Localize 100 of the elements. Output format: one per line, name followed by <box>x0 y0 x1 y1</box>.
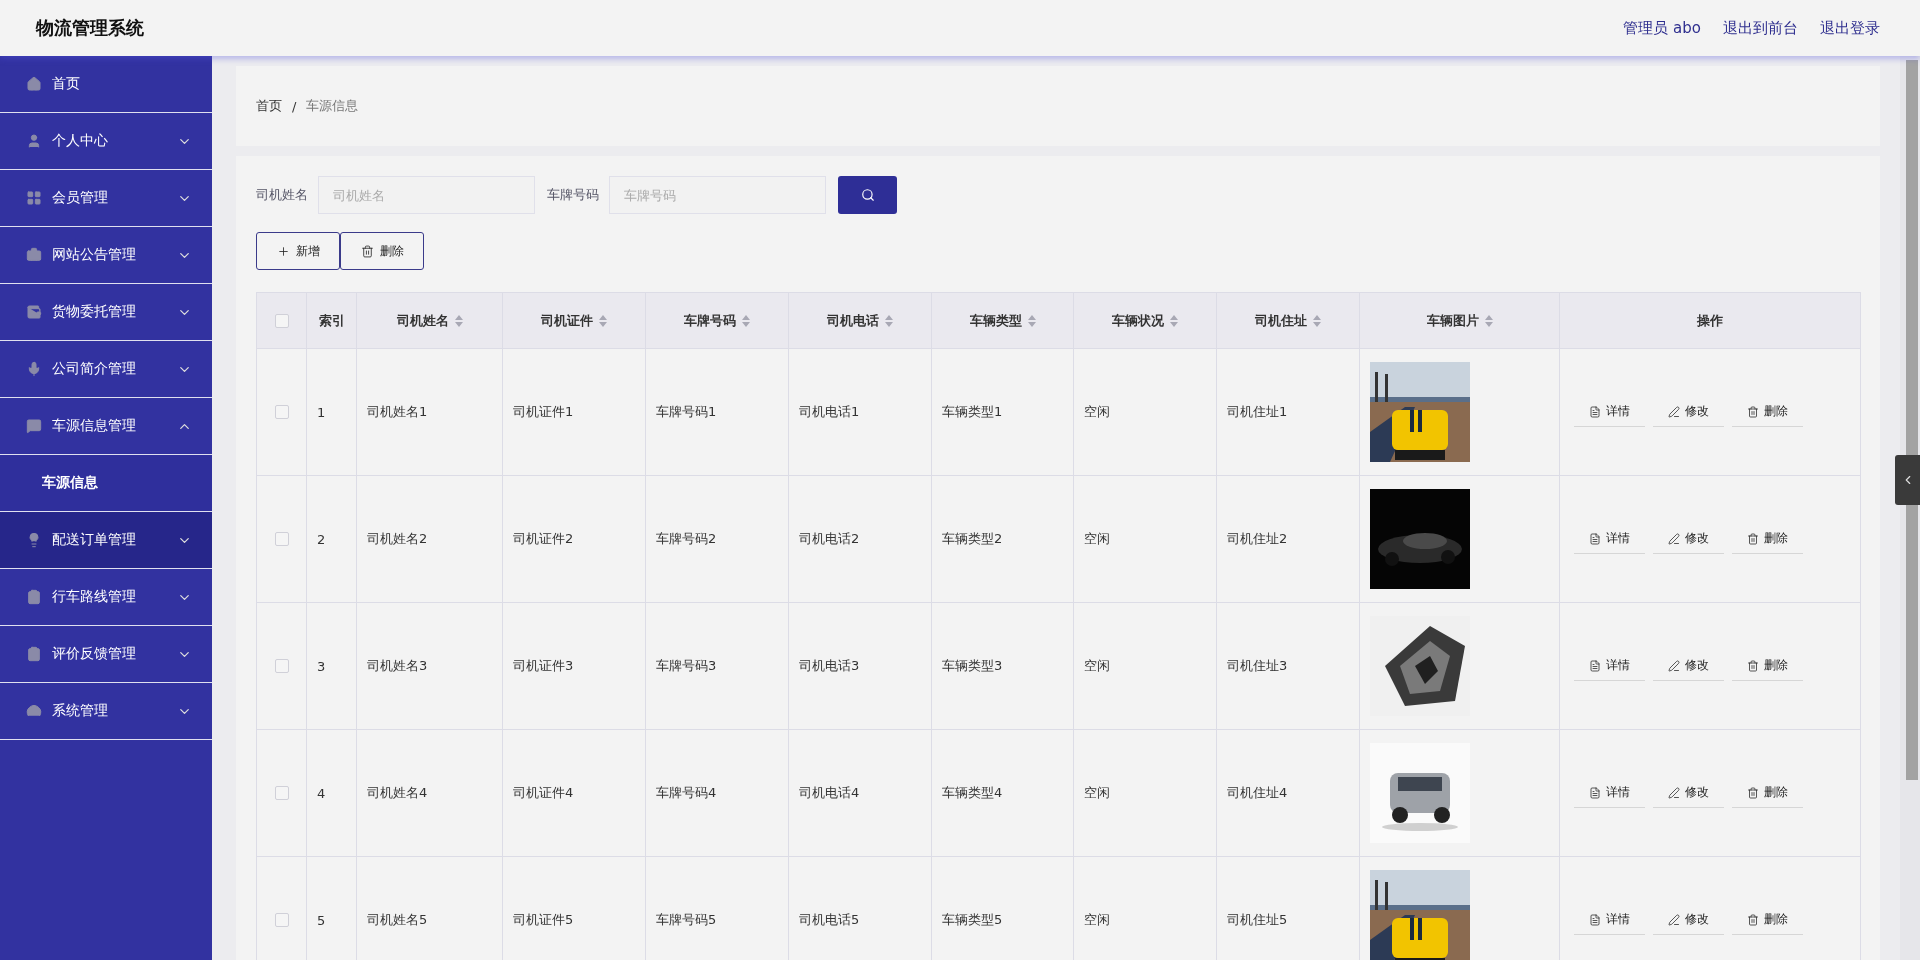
table-cell: 司机姓名2 <box>367 531 428 546</box>
trash-icon <box>1747 913 1759 926</box>
trash-icon <box>1747 405 1759 418</box>
checkbox[interactable] <box>274 405 289 419</box>
column-header[interactable]: 司机姓名 <box>396 311 463 330</box>
delete-button[interactable]: 删除 <box>1732 905 1803 935</box>
scrollbar-thumb[interactable] <box>1906 60 1918 780</box>
column-header[interactable]: 司机住址 <box>1255 311 1321 330</box>
table-cell: 司机姓名5 <box>367 912 428 927</box>
table-cell: 2 <box>317 531 326 547</box>
table-cell: 车牌号码5 <box>656 912 717 927</box>
search-icon <box>860 188 875 202</box>
sort-icon[interactable] <box>1027 314 1036 327</box>
table-cell: 车辆类型5 <box>942 912 1003 927</box>
table-cell: 5 <box>317 912 326 928</box>
search-field[interactable]: 司机姓名 <box>318 176 535 214</box>
edit-button[interactable]: 修改 <box>1653 905 1724 935</box>
detail-button[interactable]: 详情 <box>1574 524 1645 554</box>
checkbox[interactable] <box>274 313 289 328</box>
edit-button[interactable]: 修改 <box>1653 778 1724 808</box>
table-cell: 司机住址4 <box>1227 785 1288 800</box>
table-cell: 车牌号码4 <box>656 785 717 800</box>
table-cell: 车辆类型4 <box>942 785 1003 800</box>
breadcrumb-item[interactable]: 首页 <box>256 97 282 115</box>
scrollbar[interactable] <box>1900 56 1920 960</box>
table-cell: 司机证件2 <box>513 531 574 546</box>
table-cell: 司机姓名3 <box>367 658 428 673</box>
table-cell: 司机证件4 <box>513 785 574 800</box>
table-cell: 司机证件3 <box>513 658 574 673</box>
detail-button[interactable]: 详情 <box>1574 397 1645 427</box>
wallet-icon <box>26 304 42 320</box>
add-button[interactable]: 新增 <box>256 232 340 270</box>
briefcase-icon <box>26 247 42 263</box>
sidebar-label: 车源信息管理 <box>52 417 137 435</box>
sidebar-label: 配送订单管理 <box>52 531 137 549</box>
sort-icon[interactable] <box>599 314 607 327</box>
delete-button[interactable]: 删除 <box>1732 397 1803 427</box>
sort-icon[interactable] <box>1170 314 1178 327</box>
pencil-icon <box>1668 786 1680 799</box>
breadcrumb-separator: / <box>292 98 297 114</box>
delete-button[interactable]: 删除 <box>1732 524 1803 554</box>
plus-icon <box>276 244 290 258</box>
detail-button[interactable]: 详情 <box>1574 651 1645 681</box>
sort-icon[interactable] <box>454 314 463 327</box>
table-cell: 司机电话1 <box>799 404 860 419</box>
chat-icon <box>26 418 42 434</box>
sidebar-label: 货物委托管理 <box>52 303 137 321</box>
delete-button[interactable]: 删除 <box>340 232 424 270</box>
column-header[interactable]: 车牌号码 <box>684 311 750 330</box>
sidebar-label: 行车路线管理 <box>52 588 137 606</box>
checkbox[interactable] <box>274 913 289 927</box>
detail-button[interactable]: 详情 <box>1574 905 1645 935</box>
search-button[interactable] <box>838 176 897 214</box>
collapse-handle[interactable] <box>1895 455 1920 505</box>
document-icon <box>1589 405 1601 418</box>
table-cell: 司机住址2 <box>1227 531 1288 546</box>
field-label: 车牌号码 <box>547 186 599 204</box>
checkbox[interactable] <box>274 786 289 800</box>
sidebar-subitem[interactable]: 车源信息 <box>0 455 212 512</box>
checkbox[interactable] <box>274 659 289 673</box>
sort-icon[interactable] <box>885 314 893 327</box>
edit-button[interactable]: 修改 <box>1653 397 1724 427</box>
edit-button[interactable]: 修改 <box>1653 651 1724 681</box>
table-cell: 车辆类型1 <box>942 404 1003 419</box>
sort-icon[interactable] <box>1484 314 1493 327</box>
header-link[interactable]: 退出到前台 <box>1723 18 1798 38</box>
header-link[interactable]: 管理员 abo <box>1623 18 1701 38</box>
table-cell: 司机电话4 <box>799 785 860 800</box>
trash-icon <box>360 244 374 258</box>
sort-icon[interactable] <box>742 314 750 327</box>
table-cell: 司机住址3 <box>1227 658 1288 673</box>
search-field[interactable]: 车牌号码 <box>609 176 826 214</box>
table-cell: 司机证件1 <box>513 404 574 419</box>
trash-icon <box>1747 786 1759 799</box>
sidebar-label: 网站公告管理 <box>52 246 137 264</box>
edit-button[interactable]: 修改 <box>1653 524 1724 554</box>
delete-button[interactable]: 删除 <box>1732 778 1803 808</box>
header-link[interactable]: 退出登录 <box>1820 18 1880 38</box>
pencil-icon <box>1668 913 1680 926</box>
column-header[interactable]: 司机电话 <box>827 311 893 330</box>
column-header[interactable]: 车辆类型 <box>969 311 1036 330</box>
column-header[interactable]: 司机证件 <box>541 311 607 330</box>
sidebar-item[interactable]: 配送订单管理 <box>0 512 212 569</box>
detail-button[interactable]: 详情 <box>1574 778 1645 808</box>
column-header[interactable]: 车辆状况 <box>1112 311 1178 330</box>
document-icon <box>1589 786 1601 799</box>
table-cell: 空闲 <box>1084 404 1110 419</box>
sort-icon[interactable] <box>1313 314 1321 327</box>
sidebar-label: 评价反馈管理 <box>52 645 137 663</box>
checkbox[interactable] <box>274 532 289 546</box>
column-header: 索引 <box>318 311 345 330</box>
document-icon <box>1589 532 1601 545</box>
trash-icon <box>1747 659 1759 672</box>
column-header[interactable]: 车辆图片 <box>1426 311 1493 330</box>
delete-button[interactable]: 删除 <box>1732 651 1803 681</box>
document-icon <box>1589 913 1601 926</box>
table-cell: 司机电话5 <box>799 912 860 927</box>
app-title: 物流管理系统 <box>36 16 144 40</box>
pencil-icon <box>1668 405 1680 418</box>
breadcrumb-item[interactable]: 车源信息 <box>306 97 359 115</box>
